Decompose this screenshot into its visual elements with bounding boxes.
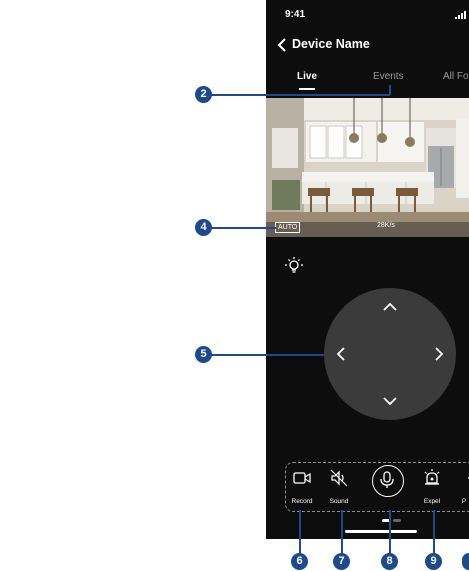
auto-badge[interactable]: AUTO [275, 222, 301, 233]
callout-6-line [299, 510, 301, 557]
callout-7-line [341, 510, 343, 557]
callout-6: 6 [291, 553, 308, 570]
callout-9-line [433, 510, 435, 557]
callout-2-leader [389, 85, 391, 95]
page-title: Device Name [292, 37, 370, 51]
pan-right-icon[interactable] [430, 345, 448, 363]
live-video-feed[interactable] [266, 98, 469, 237]
callout-8-line [389, 510, 391, 557]
ptz-direction-pad[interactable] [324, 288, 456, 420]
tab-active-indicator [299, 88, 315, 90]
toolbar-highlight [285, 462, 469, 512]
callout-2-line [210, 94, 390, 96]
pan-up-icon[interactable] [381, 298, 399, 316]
page-indicator [382, 519, 401, 522]
callout-9: 9 [425, 553, 442, 570]
pan-down-icon[interactable] [381, 392, 399, 410]
phone-screen: 9:41 Device Name Live Events All Fo AUTO… [266, 0, 469, 539]
callout-8: 8 [381, 553, 398, 570]
signal-icon [455, 11, 469, 19]
tab-all[interactable]: All Fo [443, 71, 469, 82]
callout-10-partial [462, 553, 469, 570]
status-time: 9:41 [285, 9, 306, 20]
callout-4: 4 [195, 219, 212, 236]
home-indicator [345, 530, 417, 533]
pan-left-icon[interactable] [332, 345, 350, 363]
back-arrow-icon[interactable] [275, 37, 289, 53]
tab-events[interactable]: Events [373, 71, 404, 82]
callout-5: 5 [195, 346, 212, 363]
callout-4-line [210, 227, 276, 229]
tab-live[interactable]: Live [297, 71, 317, 82]
bitrate-readout: 28K/s [377, 222, 395, 229]
callout-5-line [210, 354, 324, 356]
callout-7: 7 [333, 553, 350, 570]
callout-2: 2 [195, 86, 212, 103]
light-bulb-icon[interactable] [284, 256, 304, 276]
